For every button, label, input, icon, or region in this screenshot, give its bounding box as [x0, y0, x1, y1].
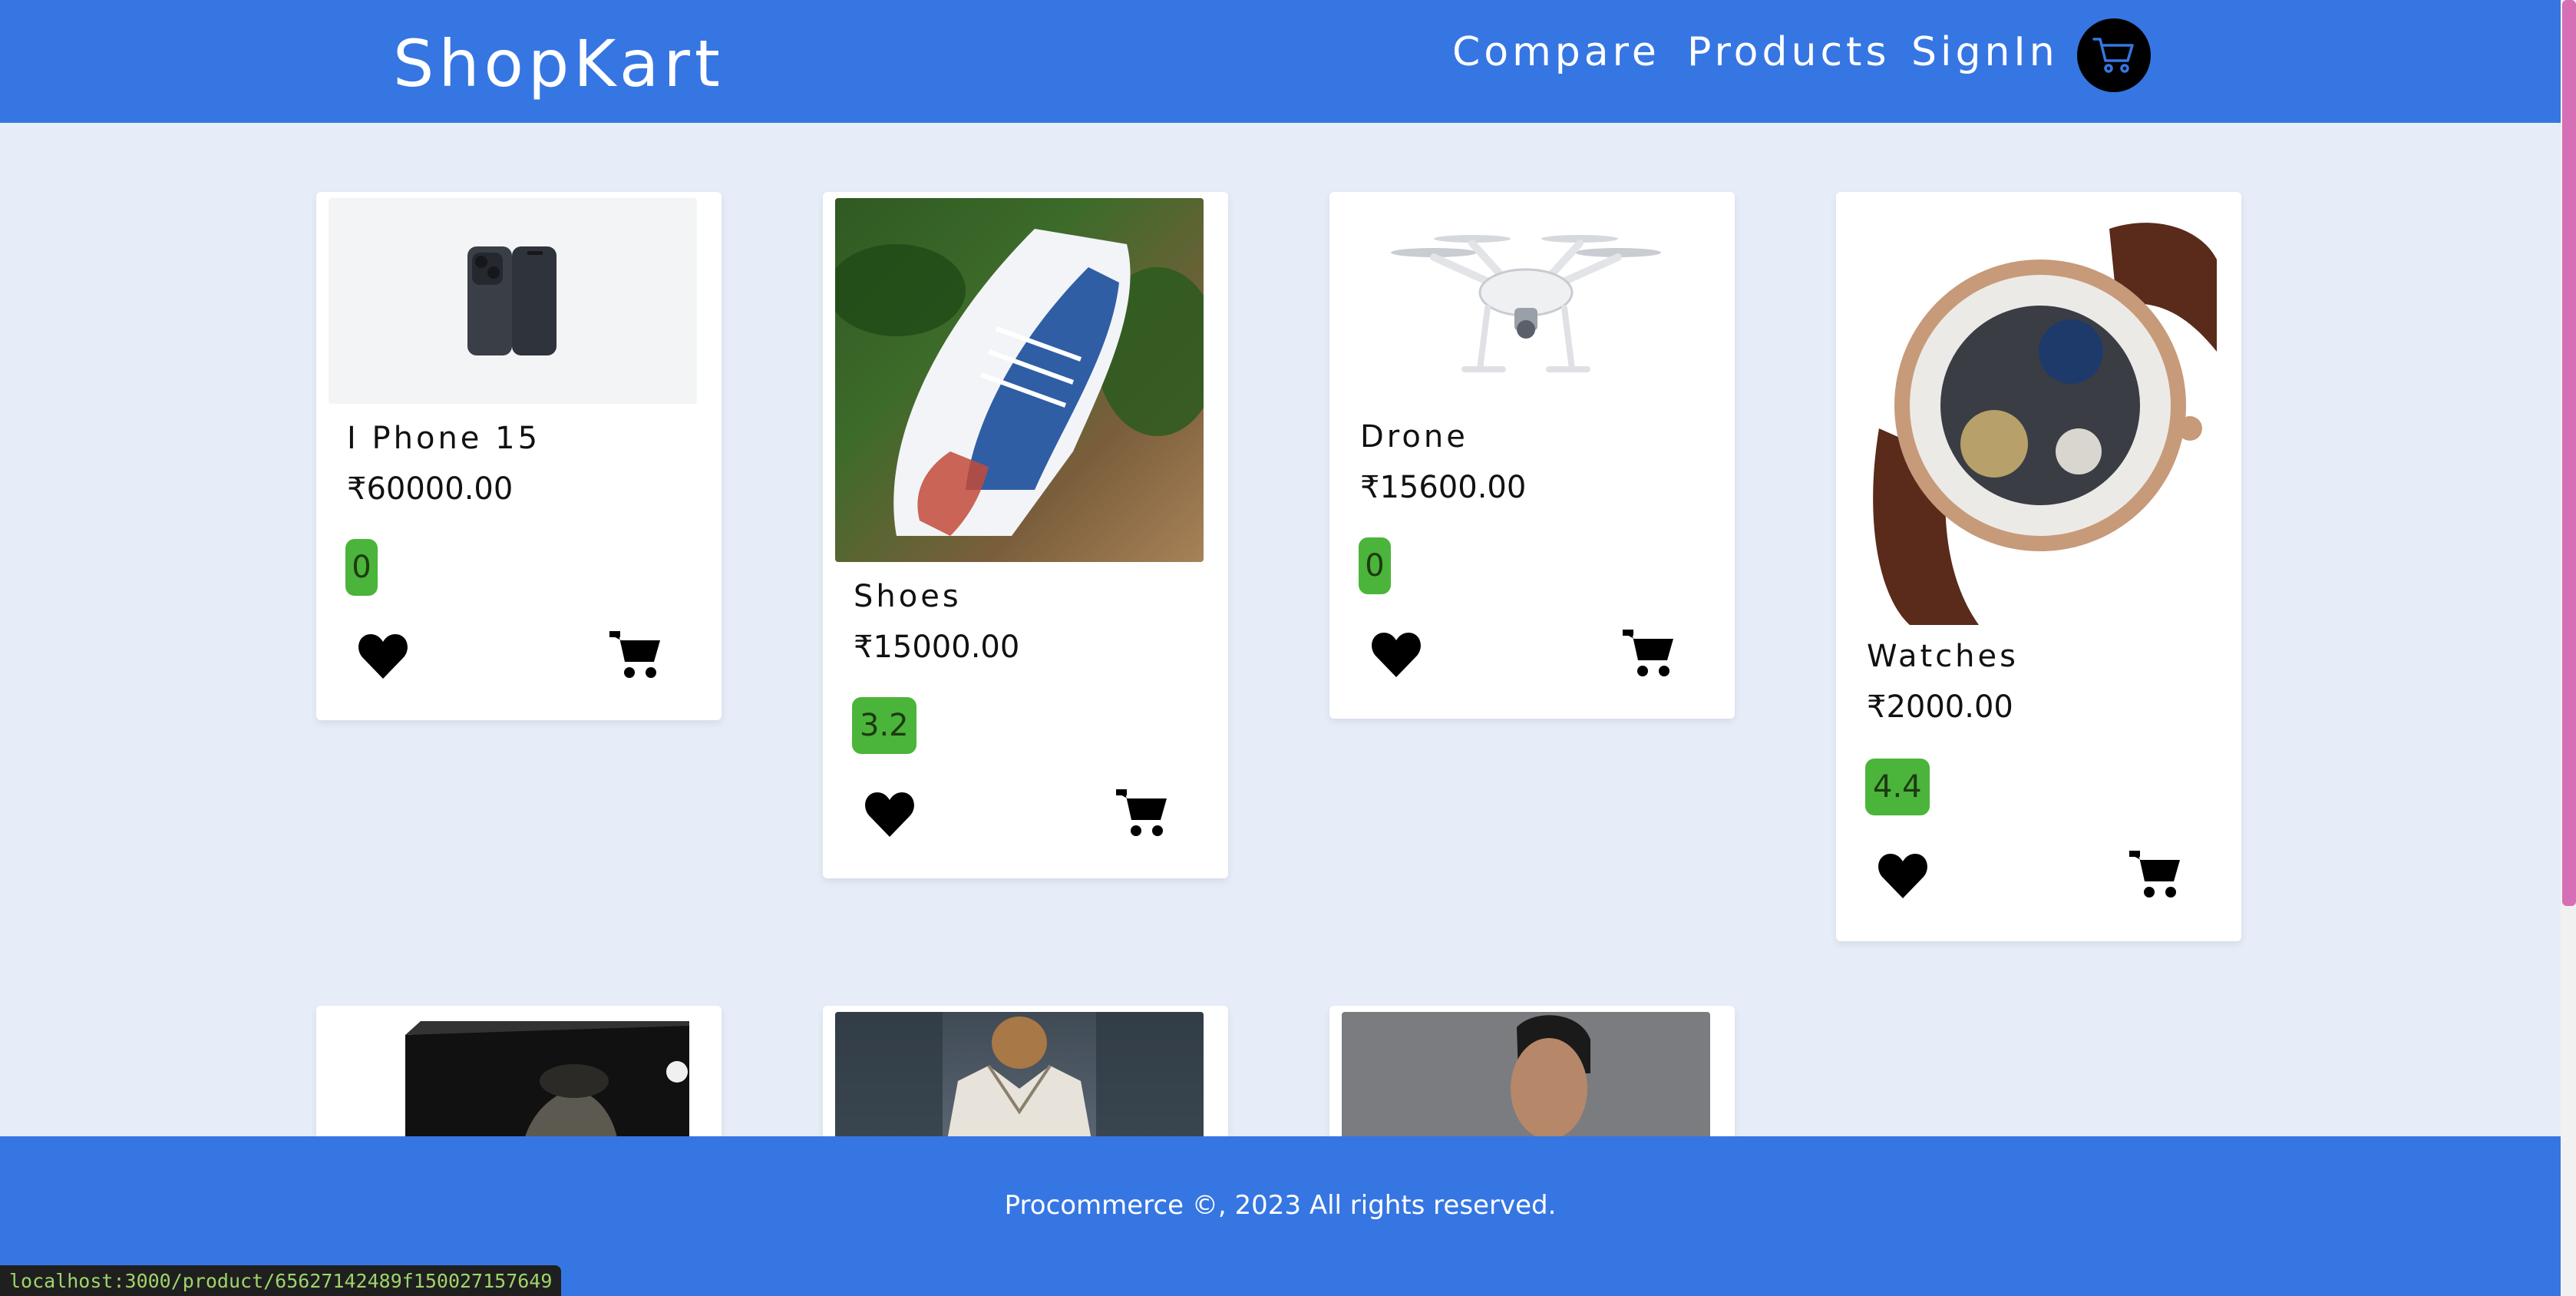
footer-copyright: Procommerce ©, 2023 All rights reserved. [1004, 1190, 1557, 1221]
nav-compare[interactable]: Compare [1452, 29, 1660, 75]
header-cart-button[interactable] [2077, 18, 2151, 92]
add-to-cart-icon[interactable] [608, 630, 663, 680]
heart-icon[interactable] [863, 789, 916, 840]
rating-badge: 4.4 [1865, 759, 1930, 815]
product-price: ₹15600.00 [1360, 470, 1527, 505]
status-bar-url: localhost:3000/product/65627142489f15002… [0, 1265, 562, 1296]
nav-products[interactable]: Products [1687, 29, 1891, 75]
rating-badge: 0 [1359, 537, 1391, 594]
product-price: ₹2000.00 [1867, 689, 2013, 725]
product-price: ₹15000.00 [854, 630, 1020, 665]
product-card[interactable]: Watches ₹2000.00 4.4 [1836, 192, 2241, 941]
navbar: ShopKart Compare Products SignIn [0, 0, 2561, 123]
heart-icon[interactable] [1876, 851, 1930, 901]
page: ShopKart Compare Products SignIn I Phone… [0, 0, 2576, 1296]
iphone-image[interactable] [329, 198, 697, 404]
nav-signin[interactable]: SignIn [1911, 29, 2059, 75]
rating-badge: 3.2 [852, 697, 916, 754]
heart-icon[interactable] [356, 631, 410, 682]
shoes-image[interactable] [835, 198, 1204, 562]
brand-logo[interactable]: ShopKart [393, 26, 725, 101]
product-card[interactable]: Shoes ₹15000.00 3.2 [823, 192, 1228, 878]
heart-icon[interactable] [1369, 630, 1423, 680]
product-name[interactable]: Shoes [854, 579, 962, 614]
add-to-cart-icon[interactable] [2128, 849, 2183, 900]
add-to-cart-icon[interactable] [1621, 628, 1676, 679]
product-name[interactable]: Drone [1360, 419, 1468, 455]
cart-icon [2092, 38, 2134, 73]
watch-image[interactable] [1848, 198, 2217, 625]
product-price: ₹60000.00 [347, 471, 514, 507]
rating-badge: 0 [345, 539, 378, 596]
product-name[interactable]: I Phone 15 [347, 421, 540, 456]
scrollbar-thumb[interactable] [2562, 0, 2576, 906]
drone-image[interactable] [1342, 198, 1710, 402]
add-to-cart-icon[interactable] [1115, 788, 1170, 838]
product-card[interactable]: I Phone 15 ₹60000.00 0 [316, 192, 722, 720]
product-name[interactable]: Watches [1867, 639, 2019, 674]
product-card[interactable]: Drone ₹15600.00 0 [1329, 192, 1735, 719]
